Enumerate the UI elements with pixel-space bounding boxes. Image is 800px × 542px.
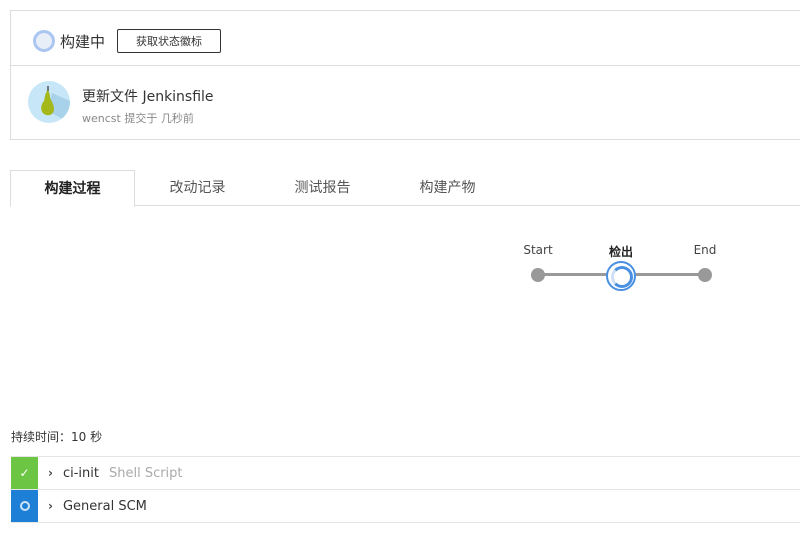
duration-text: 持续时间：10 秒 [11,430,103,444]
tab-bar: 构建过程 改动记录 测试报告 构建产物 [10,170,800,207]
get-status-badge-button[interactable]: 获取状态徽标 [117,29,222,53]
step-type: Shell Script [108,465,183,481]
build-status: 构建中 获取状态徽标 [33,29,222,53]
stage-node-start[interactable] [531,268,545,282]
pear-icon [41,86,70,123]
tab-test-report[interactable]: 测试报告 [260,170,385,205]
chevron-right-icon[interactable]: › [48,466,53,480]
stage-node-checkout-running[interactable] [606,261,636,291]
tab-artifacts[interactable]: 构建产物 [385,170,510,205]
connector-line [634,273,704,276]
avatar [28,81,70,123]
step-row[interactable]: › General SCM [11,489,800,523]
running-circle-icon [11,490,38,522]
build-summary-card: 构建中 获取状态徽标 更新文件 Jenkinsfile wencst 提交于 几… [10,10,800,140]
stage-label-end: End [693,243,717,257]
step-name: General SCM [62,498,147,514]
commit-title: 更新文件 Jenkinsfile [82,89,214,105]
tab-build-process[interactable]: 构建过程 [10,170,135,207]
stage-label-start: Start [523,243,553,257]
commit-subtitle: wencst 提交于 几秒前 [82,112,194,125]
step-row[interactable]: ✓ › ci-init Shell Script [11,456,800,490]
stage-node-end[interactable] [698,268,712,282]
stage-label-checkout: 检出 [608,245,634,259]
connector-line [540,273,610,276]
tab-changes[interactable]: 改动记录 [135,170,260,205]
chevron-right-icon[interactable]: › [48,499,53,513]
divider [11,65,800,66]
success-check-icon: ✓ [11,457,38,489]
status-text: 构建中 [60,32,106,51]
step-name: ci-init [62,465,99,481]
running-status-icon [33,30,55,52]
